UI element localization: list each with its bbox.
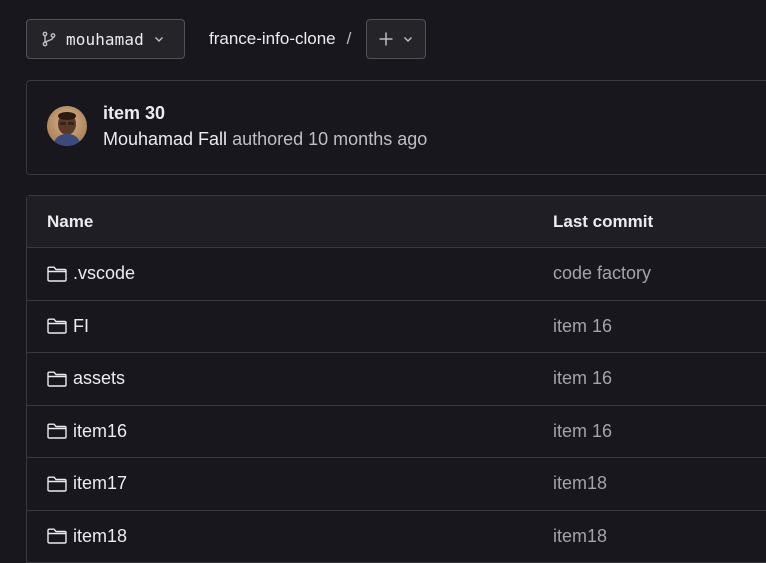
- branch-name: mouhamad: [66, 29, 144, 49]
- table-row: item17 item18: [27, 458, 766, 511]
- commit-verb: authored: [232, 129, 304, 149]
- file-name-link[interactable]: .vscode: [73, 263, 135, 284]
- breadcrumb-repo-link[interactable]: france-info-clone: [209, 29, 336, 49]
- folder-icon: [47, 423, 67, 439]
- column-header-last-commit: Last commit: [553, 211, 654, 231]
- add-to-tree-button[interactable]: [366, 19, 427, 59]
- row-commit-link[interactable]: code factory: [553, 248, 651, 300]
- folder-icon: [47, 528, 67, 544]
- table-row: item18 item18: [27, 511, 766, 563]
- file-name-link[interactable]: item18: [73, 526, 127, 547]
- file-name-link[interactable]: item16: [73, 421, 127, 442]
- commit-title-link[interactable]: item 30: [103, 103, 165, 124]
- avatar[interactable]: [47, 106, 87, 146]
- row-commit-link[interactable]: item18: [553, 511, 607, 563]
- commit-meta: Mouhamad Fall authored 10 months ago: [103, 129, 427, 150]
- table-header-row: Name Last commit: [27, 196, 766, 248]
- table-row: assets item 16: [27, 353, 766, 406]
- chevron-down-icon: [402, 33, 414, 45]
- column-header-name: Name: [47, 211, 94, 231]
- commit-author-link[interactable]: Mouhamad Fall: [103, 129, 227, 149]
- row-commit-link[interactable]: item18: [553, 458, 607, 510]
- table-row: FI item 16: [27, 301, 766, 353]
- folder-icon: [47, 476, 67, 492]
- table-row: item16 item 16: [27, 406, 766, 458]
- branch-selector-button[interactable]: mouhamad: [26, 19, 185, 59]
- row-commit-link[interactable]: item 16: [553, 353, 612, 405]
- table-row: .vscode code factory: [27, 248, 766, 301]
- repo-toolbar: mouhamad france-info-clone /: [26, 19, 427, 59]
- file-name-link[interactable]: FI: [73, 316, 89, 337]
- breadcrumb-separator: /: [346, 29, 352, 48]
- last-commit-card: item 30 Mouhamad Fall authored 10 months…: [26, 80, 766, 175]
- plus-icon: [378, 31, 394, 47]
- row-commit-link[interactable]: item 16: [553, 301, 612, 353]
- folder-icon: [47, 318, 67, 334]
- row-commit-link[interactable]: item 16: [553, 406, 612, 458]
- commit-time: 10 months ago: [308, 129, 428, 149]
- chevron-down-icon: [153, 33, 165, 45]
- folder-icon: [47, 371, 67, 387]
- git-branch-icon: [41, 31, 57, 47]
- file-name-link[interactable]: item17: [73, 473, 127, 494]
- file-name-link[interactable]: assets: [73, 368, 125, 389]
- folder-icon: [47, 266, 67, 282]
- file-tree-table: Name Last commit .vscode code factory FI…: [26, 195, 766, 563]
